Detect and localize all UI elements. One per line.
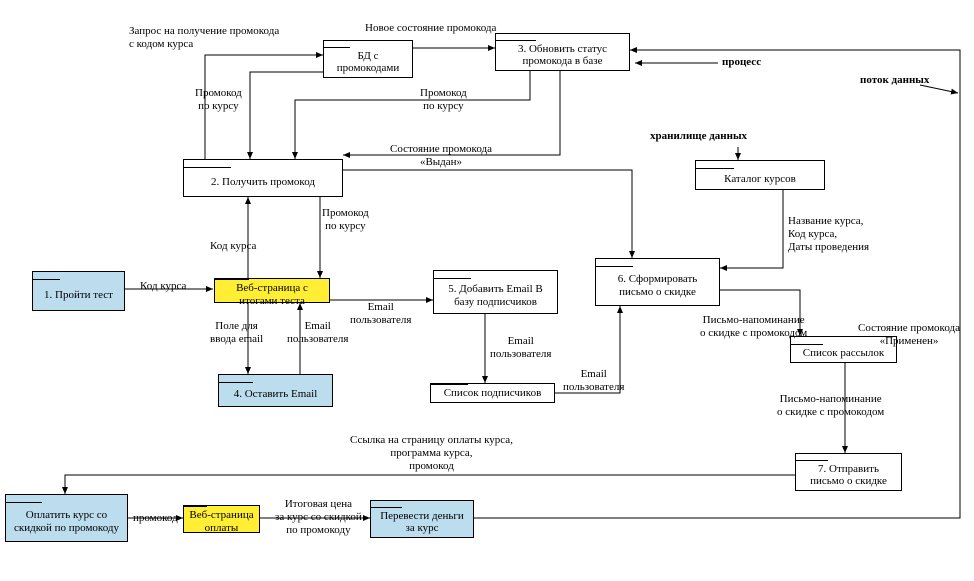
edge-letter-reminder-2: Письмо-напоминание о скидке с промокодом	[777, 393, 884, 419]
datastore-subscribers: Список подписчиков	[430, 383, 555, 403]
node-label: Веб-страница оплаты	[188, 509, 255, 534]
node-6-form-letter: 6. Сформировать письмо о скидке	[595, 258, 720, 306]
node-label: 6. Сформировать письмо о скидке	[600, 273, 715, 298]
node-label: 3. Обновить статус промокода в базе	[500, 43, 625, 68]
datastore-catalog: Каталог курсов	[695, 160, 825, 190]
legend-process: процесс	[722, 56, 761, 69]
edge-course-code-2: Код курса	[140, 280, 186, 293]
node-label: 2. Получить промокод	[211, 176, 315, 189]
diagram-canvas: 1. Пройти тест 2. Получить промокод 3. О…	[0, 0, 974, 581]
edge-final-price: Итоговая цена за курс со скидкой по пром…	[275, 498, 362, 538]
legend-datastore: хранилище данных	[650, 130, 747, 143]
page-pay: Веб-страница оплаты	[183, 505, 260, 533]
node-label: БД с промокодами	[328, 50, 408, 75]
node-label: 7. Отправить письмо о скидке	[800, 463, 897, 488]
node-label: Перевести деньги за курс	[375, 510, 469, 535]
node-label: Каталог курсов	[724, 173, 796, 186]
edge-state-applied: Состояние промокода «Применен»	[858, 322, 960, 348]
node-label: 5. Добавить Email В базу подписчиков	[438, 283, 553, 308]
edge-link-program: Ссылка на страницу оплаты курса, програм…	[350, 434, 513, 474]
edge-email-field: Поле для ввода email	[210, 320, 263, 346]
node-4-leave-email: 4. Оставить Email	[218, 374, 333, 407]
node-transfer-money: Перевести деньги за курс	[370, 500, 474, 538]
edge-new-state: Новое состояние промокода	[365, 22, 496, 35]
node-2-get-promo: 2. Получить промокод	[183, 159, 343, 197]
edge-course-code-1: Код курса	[210, 240, 256, 253]
edge-email-user-1: Email пользователя	[287, 320, 348, 346]
edge-email-user-4: Email пользователя	[563, 368, 624, 394]
node-label: Список рассылок	[803, 347, 884, 360]
page-results: Веб-страница с итогами теста	[214, 278, 330, 303]
edge-letter-reminder-1: Письмо-напоминание о скидке с промокодом	[700, 314, 807, 340]
edge-course-info: Название курса, Код курса, Даты проведен…	[788, 215, 869, 255]
node-7-send-letter: 7. Отправить письмо о скидке	[795, 453, 902, 491]
node-label: 1. Пройти тест	[44, 289, 113, 302]
node-5-add-email: 5. Добавить Email В базу подписчиков	[433, 270, 558, 314]
node-pay-course: Оплатить курс со скидкой по промокоду	[5, 494, 128, 542]
edge-promocode: промокод	[133, 512, 178, 525]
edge-promo-course-1: Промокод по курсу	[195, 87, 242, 113]
edge-email-user-2: Email пользователя	[350, 301, 411, 327]
edge-request-promo: Запрос на получение промокода с кодом ку…	[129, 25, 279, 51]
node-label: Оплатить курс со скидкой по промокоду	[10, 509, 123, 534]
node-label: Список подписчиков	[444, 387, 542, 400]
legend-dataflow: поток данных	[860, 74, 929, 87]
edge-email-user-3: Email пользователя	[490, 335, 551, 361]
edge-promo-course-3: Промокод по курсу	[420, 87, 467, 113]
datastore-db-promos: БД с промокодами	[323, 40, 413, 78]
node-3-update-status: 3. Обновить статус промокода в базе	[495, 33, 630, 71]
node-label: Веб-страница с итогами теста	[219, 282, 325, 307]
edge-state-issued: Состояние промокода «Выдан»	[390, 143, 492, 169]
node-label: 4. Оставить Email	[234, 388, 318, 401]
node-1-take-test: 1. Пройти тест	[32, 271, 125, 311]
edge-promo-course-2: Промокод по курсу	[322, 207, 369, 233]
